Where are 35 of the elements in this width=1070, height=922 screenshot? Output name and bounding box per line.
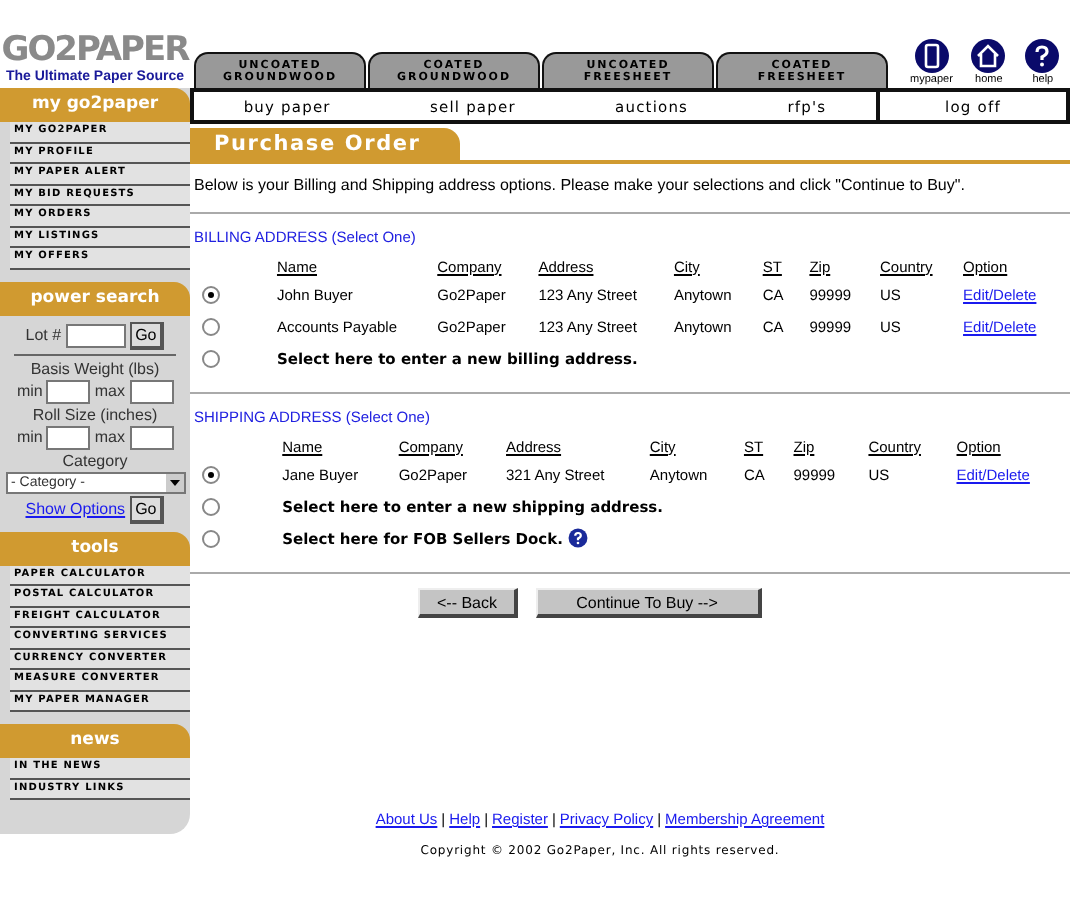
help-icon[interactable] <box>568 528 589 548</box>
sidebar-section-header: my go2paper <box>0 88 190 122</box>
home-icon[interactable] <box>970 38 1007 74</box>
back-button[interactable]: <-- Back <box>418 588 517 618</box>
sidebar-section-header: news <box>0 724 190 758</box>
radio-button[interactable] <box>202 285 220 303</box>
go-button[interactable]: Go <box>129 321 165 349</box>
field-label: max <box>94 382 125 400</box>
input-field[interactable] <box>46 379 91 403</box>
show-options-link[interactable]: Show Options <box>25 500 126 518</box>
lot-number-field[interactable] <box>65 323 126 347</box>
intro-text: Below is your Billing and Shipping address options. Please make your selections and click "Continue to Buy". <box>194 176 967 194</box>
radio-button[interactable] <box>202 529 220 547</box>
field-label: max <box>94 428 125 446</box>
input-field[interactable] <box>129 379 173 403</box>
field-label: Category <box>62 451 128 469</box>
caret-icon <box>169 479 179 485</box>
page-title: Purchase Order <box>190 128 461 160</box>
input-field[interactable] <box>46 425 91 449</box>
sidebar-section-header: power search <box>0 281 190 315</box>
go-button[interactable]: Go <box>129 495 165 523</box>
field-label: min <box>16 428 43 446</box>
phone-icon[interactable] <box>913 38 950 74</box>
sidebar-section-header: tools <box>0 531 190 565</box>
radio-button[interactable] <box>202 349 220 367</box>
field-label: Roll Size (inches) <box>32 405 158 423</box>
field-label: min <box>16 382 43 400</box>
help-icon[interactable] <box>1024 38 1061 74</box>
radio-button[interactable] <box>202 317 220 335</box>
radio-button[interactable] <box>202 465 220 483</box>
field-label: Lot # <box>25 326 62 344</box>
field-label: Basis Weight (lbs) <box>30 359 160 377</box>
continue-button[interactable]: Continue To Buy --> <box>535 588 761 618</box>
input-field[interactable] <box>129 425 173 449</box>
radio-button[interactable] <box>202 497 220 515</box>
